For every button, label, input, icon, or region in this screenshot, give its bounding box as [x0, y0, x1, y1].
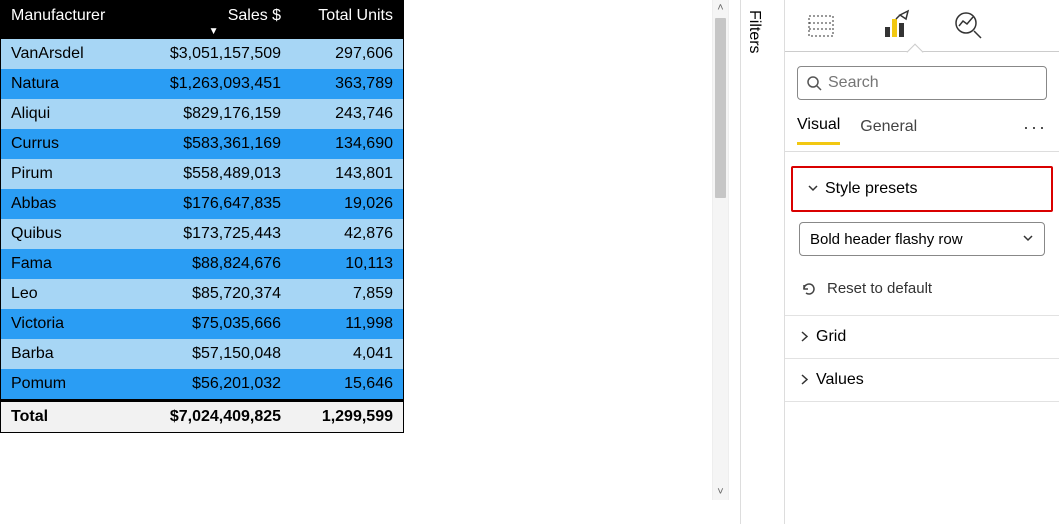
- cell-manufacturer: VanArsdel: [1, 39, 136, 69]
- style-preset-dropdown[interactable]: Bold header flashy row: [799, 222, 1045, 256]
- chevron-right-icon: [799, 373, 810, 388]
- chevron-right-icon: [799, 330, 810, 345]
- cell-manufacturer: Leo: [1, 279, 136, 309]
- section-style-presets[interactable]: Style presets: [791, 166, 1053, 212]
- cell-units: 363,789: [291, 69, 403, 99]
- style-preset-value: Bold header flashy row: [810, 231, 963, 248]
- reset-to-default-label: Reset to default: [827, 280, 932, 297]
- table-header-row: Manufacturer Sales $ ▼ Total Units: [1, 1, 403, 39]
- cell-manufacturer: Aliqui: [1, 99, 136, 129]
- format-search-box[interactable]: [797, 66, 1047, 100]
- table-row[interactable]: Leo$85,720,3747,859: [1, 279, 403, 309]
- cell-manufacturer: Quibus: [1, 219, 136, 249]
- cell-units: 15,646: [291, 369, 403, 401]
- tab-general[interactable]: General: [860, 112, 917, 144]
- cell-sales: $75,035,666: [136, 309, 291, 339]
- cell-sales: $558,489,013: [136, 159, 291, 189]
- cell-manufacturer: Victoria: [1, 309, 136, 339]
- cell-manufacturer: Natura: [1, 69, 136, 99]
- table-row[interactable]: Pomum$56,201,03215,646: [1, 369, 403, 401]
- cell-units: 11,998: [291, 309, 403, 339]
- cell-sales: $1,263,093,451: [136, 69, 291, 99]
- table-row[interactable]: Victoria$75,035,66611,998: [1, 309, 403, 339]
- cell-units: 297,606: [291, 39, 403, 69]
- scroll-down-icon[interactable]: ˅: [713, 484, 728, 500]
- cell-sales: $85,720,374: [136, 279, 291, 309]
- cell-units: 4,041: [291, 339, 403, 369]
- scroll-up-icon[interactable]: ˄: [713, 0, 728, 16]
- reset-to-default[interactable]: Reset to default: [785, 270, 1059, 315]
- col-header-units[interactable]: Total Units: [291, 1, 403, 39]
- cell-sales: $88,824,676: [136, 249, 291, 279]
- table-row[interactable]: Quibus$173,725,44342,876: [1, 219, 403, 249]
- sort-desc-icon: ▼: [209, 26, 219, 37]
- table-row[interactable]: Natura$1,263,093,451363,789: [1, 69, 403, 99]
- total-units: 1,299,599: [291, 401, 403, 433]
- table-row[interactable]: Barba$57,150,0484,041: [1, 339, 403, 369]
- section-style-presets-label: Style presets: [825, 180, 917, 198]
- more-options-icon[interactable]: ···: [1023, 117, 1047, 138]
- table-row[interactable]: Aliqui$829,176,159243,746: [1, 99, 403, 129]
- cell-units: 19,026: [291, 189, 403, 219]
- table-row[interactable]: Fama$88,824,67610,113: [1, 249, 403, 279]
- cell-units: 143,801: [291, 159, 403, 189]
- cell-units: 10,113: [291, 249, 403, 279]
- tab-visual[interactable]: Visual: [797, 110, 840, 145]
- cell-sales: $57,150,048: [136, 339, 291, 369]
- table-row[interactable]: VanArsdel$3,051,157,509297,606: [1, 39, 403, 69]
- vertical-scrollbar[interactable]: ˄ ˅: [712, 0, 729, 500]
- reset-icon: [801, 281, 817, 297]
- visualizations-format-pane: Visual General ··· Style presets Bold he…: [784, 0, 1059, 524]
- format-visual-icon[interactable]: [877, 8, 913, 44]
- chevron-down-icon: [1022, 231, 1034, 248]
- format-search-input[interactable]: [828, 74, 1038, 92]
- cell-manufacturer: Currus: [1, 129, 136, 159]
- format-sub-tabs: Visual General ···: [785, 110, 1059, 145]
- filters-pane-collapsed[interactable]: Filters: [740, 0, 780, 524]
- search-icon: [806, 75, 822, 91]
- table-visual[interactable]: Manufacturer Sales $ ▼ Total Units VanAr…: [0, 0, 404, 433]
- cell-units: 134,690: [291, 129, 403, 159]
- cell-sales: $829,176,159: [136, 99, 291, 129]
- section-values[interactable]: Values: [785, 359, 1059, 401]
- cell-manufacturer: Barba: [1, 339, 136, 369]
- cell-sales: $173,725,443: [136, 219, 291, 249]
- cell-sales: $176,647,835: [136, 189, 291, 219]
- cell-manufacturer: Abbas: [1, 189, 136, 219]
- cell-manufacturer: Pomum: [1, 369, 136, 401]
- table-row[interactable]: Abbas$176,647,83519,026: [1, 189, 403, 219]
- cell-sales: $56,201,032: [136, 369, 291, 401]
- build-visual-icon[interactable]: [803, 8, 839, 44]
- col-header-sales[interactable]: Sales $ ▼: [136, 1, 291, 39]
- filters-label: Filters: [741, 6, 767, 58]
- scrollbar-thumb[interactable]: [715, 18, 726, 198]
- section-values-label: Values: [816, 371, 864, 389]
- cell-manufacturer: Pirum: [1, 159, 136, 189]
- cell-units: 7,859: [291, 279, 403, 309]
- data-table: Manufacturer Sales $ ▼ Total Units VanAr…: [1, 1, 403, 432]
- table-row[interactable]: Pirum$558,489,013143,801: [1, 159, 403, 189]
- col-header-sales-label: Sales $: [228, 7, 281, 24]
- section-grid-label: Grid: [816, 328, 846, 346]
- cell-units: 42,876: [291, 219, 403, 249]
- col-header-manufacturer[interactable]: Manufacturer: [1, 1, 136, 39]
- table-row[interactable]: Currus$583,361,169134,690: [1, 129, 403, 159]
- cell-sales: $3,051,157,509: [136, 39, 291, 69]
- total-label: Total: [1, 401, 136, 433]
- cell-units: 243,746: [291, 99, 403, 129]
- chevron-down-icon: [807, 182, 819, 197]
- pane-tab-icons: [785, 0, 1059, 52]
- analytics-icon[interactable]: [951, 8, 987, 44]
- table-total-row: Total$7,024,409,8251,299,599: [1, 401, 403, 433]
- cell-sales: $583,361,169: [136, 129, 291, 159]
- cell-manufacturer: Fama: [1, 249, 136, 279]
- section-grid[interactable]: Grid: [785, 316, 1059, 358]
- total-sales: $7,024,409,825: [136, 401, 291, 433]
